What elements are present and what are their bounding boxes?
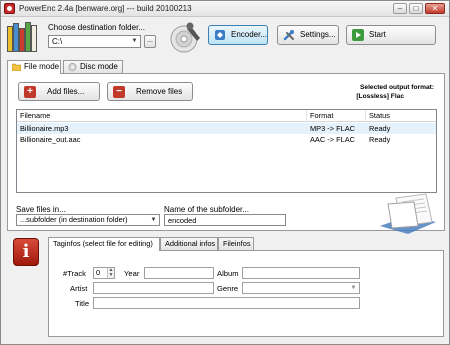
destination-folder-value: C:\	[52, 37, 63, 46]
tab-file-mode-label: File mode	[24, 62, 60, 71]
save-location-value: ...subfolder (in destination folder)	[20, 215, 128, 224]
settings-label: Settings...	[300, 30, 336, 39]
output-format-label: Selected output format:	[360, 84, 434, 91]
row-format: AAC -> FLAC	[310, 135, 355, 144]
artist-input[interactable]	[93, 282, 214, 294]
file-list[interactable]: Filename Format Status Billionaire.mp3 M…	[16, 109, 437, 193]
disc-icon	[68, 63, 77, 71]
genre-select[interactable]: ▼	[242, 282, 360, 294]
tab-fileinfos[interactable]: Fileinfos	[218, 237, 254, 250]
chevron-down-icon: ▼	[131, 38, 138, 44]
toolbar: Choose destination folder... C:\ ▼ ... E…	[1, 18, 449, 58]
title-input[interactable]	[93, 297, 360, 309]
tab-disc-mode-label: Disc mode	[80, 62, 118, 71]
play-icon	[352, 29, 364, 41]
row-status: Ready	[369, 124, 391, 133]
album-label: Album	[217, 269, 239, 278]
destination-folder-label: Choose destination folder...	[48, 23, 145, 32]
row-filename: Billionaire.mp3	[20, 124, 69, 133]
save-location-select[interactable]: ...subfolder (in destination folder) ▼	[16, 214, 160, 226]
minimize-button[interactable]: –	[393, 3, 407, 14]
info-icon: i	[13, 238, 39, 266]
subfolder-label: Name of the subfolder...	[164, 205, 249, 214]
subfolder-input[interactable]	[164, 214, 286, 226]
tab-file-mode[interactable]: File mode	[7, 60, 61, 74]
remove-files-button[interactable]: − Remove files	[107, 82, 193, 101]
disc-wrench-icon	[170, 22, 200, 53]
app-window: PowerEnc 2.4a [benware.org] --- build 20…	[0, 0, 450, 345]
row-filename: Billionaire_out.aac	[20, 135, 81, 144]
table-row[interactable]: Billionaire.mp3 MP3 -> FLAC Ready	[17, 123, 436, 134]
genre-label: Genre	[217, 284, 239, 293]
maximize-button[interactable]: □	[409, 3, 423, 14]
output-format-value: [Lossless] Flac	[356, 93, 404, 100]
encoder-label: Encoder...	[231, 30, 268, 39]
start-label: Start	[369, 30, 386, 39]
file-list-header: Filename Format Status	[17, 110, 436, 122]
books-icon	[6, 20, 43, 54]
column-header-status[interactable]: Status	[366, 110, 436, 122]
start-button[interactable]: Start	[346, 25, 436, 45]
taginfos-panel: #Track 0 ▲ ▼ Year Album Artist Genre ▼ Ti…	[48, 250, 444, 337]
remove-files-label: Remove files	[136, 87, 183, 96]
year-label: Year	[124, 269, 140, 278]
column-header-filename[interactable]: Filename	[17, 110, 307, 122]
minus-icon: −	[113, 86, 125, 98]
artist-label: Artist	[70, 284, 88, 293]
tab-additional-infos[interactable]: Additional infos	[160, 237, 218, 250]
app-icon[interactable]	[4, 3, 15, 14]
title-bar[interactable]: PowerEnc 2.4a [benware.org] --- build 20…	[1, 1, 449, 17]
folder-icon	[12, 63, 21, 71]
tab-disc-mode[interactable]: Disc mode	[63, 60, 123, 73]
title-label: Title	[75, 299, 90, 308]
add-files-label: Add files...	[47, 87, 85, 96]
track-stepper[interactable]: 0 ▲ ▼	[93, 267, 115, 279]
plus-icon: +	[24, 86, 36, 98]
document-illustration-icon	[380, 193, 436, 234]
close-button[interactable]: ✕	[425, 3, 445, 14]
chevron-down-icon: ▼	[150, 217, 157, 223]
track-label: #Track	[63, 269, 86, 278]
table-row[interactable]: Billionaire_out.aac AAC -> FLAC Ready	[17, 134, 436, 145]
encoder-icon	[215, 30, 225, 40]
year-input[interactable]	[144, 267, 214, 279]
column-header-format[interactable]: Format	[307, 110, 366, 122]
file-mode-panel: + Add files... − Remove files Selected o…	[7, 73, 445, 234]
window-title: PowerEnc 2.4a [benware.org] --- build 20…	[19, 4, 192, 13]
settings-button[interactable]: Settings...	[277, 25, 339, 45]
track-value: 0	[96, 268, 101, 277]
tab-taginfos[interactable]: Taginfos (select file for editing)	[48, 237, 160, 251]
album-input[interactable]	[242, 267, 360, 279]
add-files-button[interactable]: + Add files...	[18, 82, 100, 101]
chevron-down-icon: ▼	[350, 285, 357, 291]
encoder-button[interactable]: Encoder...	[208, 25, 268, 45]
row-status: Ready	[369, 135, 391, 144]
spinner-arrows-icon[interactable]: ▲ ▼	[107, 268, 114, 278]
destination-folder-select[interactable]: C:\ ▼	[48, 35, 141, 48]
save-files-label: Save files in...	[16, 205, 66, 214]
row-format: MP3 -> FLAC	[310, 124, 355, 133]
tools-icon	[283, 30, 294, 41]
browse-folder-button[interactable]: ...	[144, 35, 156, 48]
